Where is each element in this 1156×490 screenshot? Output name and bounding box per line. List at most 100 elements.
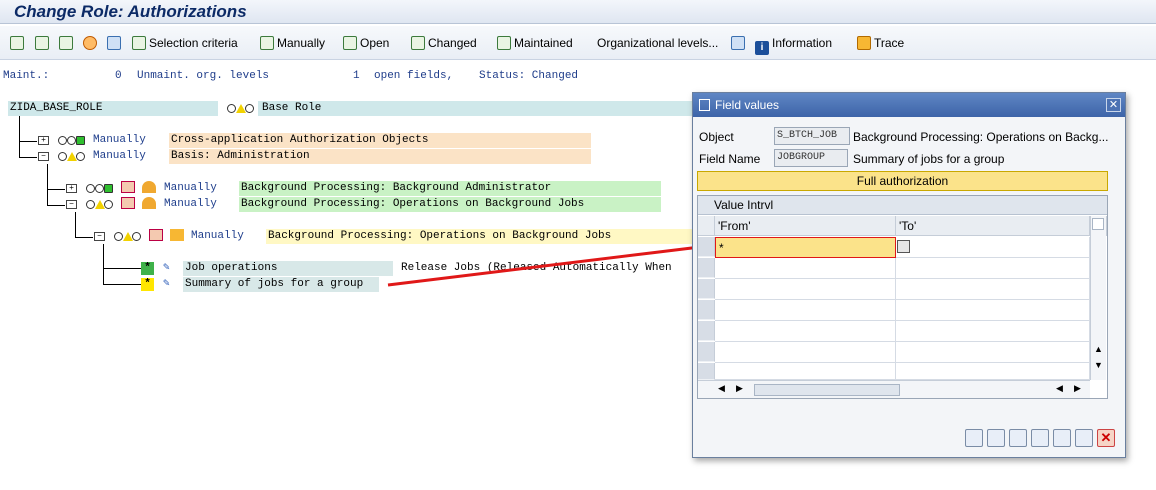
tree-connector bbox=[47, 164, 48, 206]
scroll-right-icon[interactable]: ▶ bbox=[736, 383, 743, 394]
traffic-light-icon bbox=[114, 231, 142, 243]
object-field: S_BTCH_JOB bbox=[774, 127, 850, 145]
node-desc[interactable]: Cross-application Authorization Objects bbox=[169, 133, 591, 148]
horizontal-scrollbar[interactable]: ◀ ▶ ◀ ▶ bbox=[698, 380, 1090, 398]
copy-data-icon[interactable] bbox=[59, 34, 76, 52]
node-type: Manually bbox=[93, 134, 146, 146]
scroll-thumb[interactable] bbox=[1092, 218, 1104, 230]
selection-criteria-label: Selection criteria bbox=[149, 36, 238, 50]
row-selector[interactable] bbox=[698, 342, 715, 362]
row-selector[interactable] bbox=[698, 279, 715, 299]
scroll-left-icon[interactable]: ◀ bbox=[718, 383, 725, 394]
to-value-input[interactable] bbox=[896, 321, 1090, 342]
close-button[interactable]: ✕ bbox=[1106, 98, 1121, 112]
manually-button[interactable]: Manually bbox=[260, 34, 325, 52]
node-desc[interactable]: Basis: Administration bbox=[169, 149, 591, 164]
to-value-input[interactable] bbox=[896, 258, 1090, 279]
traffic-light-icon bbox=[227, 103, 255, 115]
row-selector[interactable] bbox=[698, 237, 715, 257]
root-node-name[interactable]: ZIDA_BASE_ROLE bbox=[8, 101, 218, 116]
delete-icon[interactable] bbox=[987, 429, 1005, 447]
org-levels-button[interactable]: Organizational levels... bbox=[597, 34, 718, 52]
from-value-input[interactable] bbox=[715, 258, 896, 279]
from-value-input[interactable] bbox=[715, 363, 896, 380]
column-header-to: 'To' bbox=[896, 216, 1090, 236]
paste-icon[interactable] bbox=[1075, 429, 1093, 447]
to-value-input[interactable] bbox=[896, 279, 1090, 300]
from-value-input[interactable] bbox=[715, 321, 896, 342]
row-selector[interactable] bbox=[698, 258, 715, 278]
row-selector[interactable] bbox=[698, 300, 715, 320]
cancel-icon[interactable]: ✕ bbox=[1097, 429, 1115, 447]
open-label: open fields, bbox=[374, 70, 454, 82]
edit-document-icon bbox=[699, 99, 710, 111]
information-button[interactable]: i Information bbox=[755, 34, 832, 55]
delete-row-icon[interactable] bbox=[1031, 429, 1049, 447]
collapse-node-icon[interactable]: − bbox=[94, 232, 105, 241]
select-all-cell[interactable] bbox=[698, 216, 715, 236]
object-status-icon bbox=[121, 181, 161, 196]
expand-node-icon[interactable]: + bbox=[38, 136, 49, 145]
scroll-left-icon[interactable]: ◀ bbox=[1056, 383, 1063, 394]
selection-criteria-icon bbox=[132, 36, 146, 50]
dialog-title-bar[interactable]: Field values ✕ bbox=[693, 93, 1125, 117]
collapse-all-icon[interactable] bbox=[35, 34, 52, 52]
scroll-up-icon[interactable]: ▲ bbox=[1094, 344, 1103, 354]
changed-button[interactable]: Changed bbox=[411, 34, 477, 52]
node-type: Manually bbox=[164, 198, 217, 210]
title-bar: Change Role: Authorizations bbox=[0, 0, 1156, 24]
open-button[interactable]: Open bbox=[343, 34, 389, 52]
pencil-icon[interactable]: ✎ bbox=[163, 277, 170, 292]
selection-criteria-button[interactable]: Selection criteria bbox=[132, 34, 238, 52]
scroll-down-icon[interactable]: ▼ bbox=[1094, 360, 1103, 370]
row-selector[interactable] bbox=[698, 363, 715, 380]
node-desc[interactable]: Background Processing: Operations on Bac… bbox=[266, 229, 692, 244]
row-selector[interactable] bbox=[698, 321, 715, 341]
to-value-input[interactable] bbox=[896, 363, 1090, 380]
node-desc[interactable]: Background Processing: Operations on Bac… bbox=[239, 197, 661, 212]
maintained-label: Maintained bbox=[514, 36, 573, 50]
expand-all-icon[interactable] bbox=[10, 34, 27, 52]
deactivate-icon[interactable] bbox=[83, 34, 100, 52]
value-interval-table: Value Intrvl 'From' 'To' ▦ * ▲ ▼ bbox=[697, 195, 1108, 399]
from-value-input[interactable] bbox=[715, 300, 896, 321]
table-title: Value Intrvl bbox=[698, 196, 1107, 215]
save-icon[interactable] bbox=[965, 429, 983, 447]
field-description: Summary of jobs for a group bbox=[853, 152, 1005, 166]
node-desc[interactable]: Background Processing: Background Admini… bbox=[239, 181, 661, 196]
maintained-button[interactable]: Maintained bbox=[497, 34, 573, 52]
field-name-label: Field Name bbox=[699, 152, 761, 166]
from-value-input[interactable]: * bbox=[715, 237, 896, 258]
pencil-icon[interactable]: ✎ bbox=[163, 261, 170, 276]
full-authorization-button[interactable]: Full authorization bbox=[697, 171, 1108, 191]
to-value-input[interactable] bbox=[896, 237, 1090, 258]
to-value-input[interactable] bbox=[896, 342, 1090, 363]
field-name-field: JOBGROUP bbox=[774, 149, 848, 167]
trace-icon bbox=[857, 36, 871, 50]
scroll-right-icon[interactable]: ▶ bbox=[1074, 383, 1081, 394]
from-value-input[interactable] bbox=[715, 342, 896, 363]
insert-row-icon[interactable] bbox=[1009, 429, 1027, 447]
node-type: Manually bbox=[93, 150, 146, 162]
vertical-scrollbar[interactable]: ▲ ▼ bbox=[1090, 216, 1106, 380]
column-header-from: 'From' bbox=[715, 216, 896, 236]
list-icon[interactable] bbox=[731, 34, 748, 52]
expand-node-icon[interactable]: + bbox=[66, 184, 77, 193]
trace-button[interactable]: Trace bbox=[857, 34, 904, 52]
collapse-node-icon[interactable]: − bbox=[38, 152, 49, 161]
collapse-node-icon[interactable]: − bbox=[66, 200, 77, 209]
scroll-thumb[interactable] bbox=[754, 384, 900, 396]
multiple-selection-icon[interactable] bbox=[897, 240, 910, 253]
traffic-light-icon bbox=[58, 151, 86, 163]
dialog-button-bar: ✕ bbox=[965, 429, 1117, 449]
copy-icon[interactable] bbox=[1053, 429, 1071, 447]
node-type: Manually bbox=[191, 230, 244, 242]
dialog-title: Field values bbox=[715, 98, 780, 112]
from-value-input[interactable] bbox=[715, 279, 896, 300]
status-text: Status: Changed bbox=[479, 70, 579, 82]
delete-icon[interactable] bbox=[107, 34, 124, 52]
root-node-desc: Base Role bbox=[258, 101, 692, 116]
to-value-input[interactable] bbox=[896, 300, 1090, 321]
open-status-icon: * bbox=[141, 278, 154, 291]
object-status-icon bbox=[121, 197, 161, 212]
